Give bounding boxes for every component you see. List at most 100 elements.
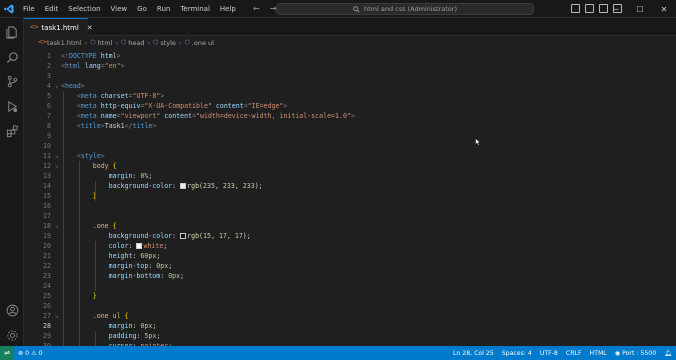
- code-line[interactable]: 3: [24, 71, 676, 81]
- tab-label: task1.html: [41, 23, 79, 32]
- code-line[interactable]: 12 ⌄ body {: [24, 161, 676, 171]
- token: 17: [218, 232, 227, 240]
- code-line[interactable]: 4 ⌄ <head>: [24, 81, 676, 91]
- code-line[interactable]: 2 <html lang="en">: [24, 61, 676, 71]
- token: >: [350, 112, 355, 120]
- code-line[interactable]: 10: [24, 141, 676, 151]
- token: .one ul: [92, 312, 121, 320]
- breadcrumb-item[interactable]: html: [98, 39, 113, 47]
- tab-close-icon[interactable]: ✕: [87, 24, 93, 32]
- color-swatch[interactable]: [180, 183, 187, 189]
- code-text: height: 60px;: [61, 251, 161, 261]
- back-arrow-icon[interactable]: ←: [253, 4, 260, 13]
- language-mode[interactable]: HTML: [590, 350, 607, 357]
- code-text: background-color: rgb(235, 233, 233);: [61, 181, 263, 191]
- color-swatch[interactable]: [136, 243, 143, 249]
- toggle-primary-sidebar-icon[interactable]: [571, 4, 580, 13]
- code-line[interactable]: 29 padding: 5px;: [24, 331, 676, 341]
- toggle-panel-icon[interactable]: [585, 4, 594, 13]
- chevron-right-icon: ›: [147, 38, 151, 47]
- fold-chevron-icon[interactable]: ⌄: [55, 311, 59, 321]
- code-line[interactable]: 22 margin-top: 0px;: [24, 261, 676, 271]
- indentation[interactable]: Spaces: 4: [502, 350, 532, 357]
- code-editor[interactable]: 1 <!DOCTYPE html> 2 <html lang="en"> 3 4 ⌄ <hea…: [24, 49, 676, 346]
- code-line[interactable]: 21 height: 60px;: [24, 251, 676, 261]
- code-line[interactable]: 26: [24, 301, 676, 311]
- menu-view[interactable]: View: [106, 0, 133, 18]
- token: ;: [156, 252, 161, 260]
- menu-file[interactable]: File: [18, 0, 40, 18]
- code-line[interactable]: 14 background-color: rgb(235, 233, 233);: [24, 181, 676, 191]
- code-line[interactable]: 16: [24, 201, 676, 211]
- token: meta: [80, 102, 97, 110]
- live-server-port[interactable]: ◉ Port : 5500: [615, 350, 656, 357]
- code-line[interactable]: 27 ⌄ .one ul {: [24, 311, 676, 321]
- code-line[interactable]: 19 background-color: rgb(15, 17, 17);: [24, 231, 676, 241]
- settings-gear-icon[interactable]: [5, 328, 19, 342]
- cursor-position[interactable]: Ln 28, Col 25: [453, 350, 494, 357]
- menu-run[interactable]: Run: [152, 0, 175, 18]
- run-debug-icon[interactable]: [5, 99, 19, 113]
- notifications-bell-icon[interactable]: 🔔︎: [664, 349, 672, 357]
- fold-chevron-icon[interactable]: ⌄: [55, 161, 59, 171]
- fold-chevron-icon[interactable]: ⌄: [55, 151, 59, 161]
- line-number: 4: [47, 82, 51, 90]
- tab-task1-html[interactable]: <> task1.html ✕: [24, 18, 93, 36]
- code-line[interactable]: 11 ⌄ <style>: [24, 151, 676, 161]
- token: 0px: [168, 272, 181, 280]
- error-count: 0: [25, 349, 30, 357]
- code-line[interactable]: 5 <meta charset="UTF-8">: [24, 91, 676, 101]
- code-line[interactable]: 24: [24, 281, 676, 291]
- indent-guide: [95, 241, 96, 291]
- code-line[interactable]: 15 }: [24, 191, 676, 201]
- token: rgb: [187, 232, 200, 240]
- status-bar: ⇌ ⊗ 0 ⚠ 0 Ln 28, Col 25 Spaces: 4 UTF-8 …: [0, 346, 676, 360]
- account-icon[interactable]: [5, 303, 19, 317]
- color-swatch[interactable]: [180, 233, 187, 239]
- extensions-icon[interactable]: [5, 124, 19, 138]
- fold-chevron-icon[interactable]: ⌄: [55, 81, 59, 91]
- token: color: [108, 242, 129, 250]
- breadcrumb-item[interactable]: head: [128, 39, 144, 47]
- menu-selection[interactable]: Selection: [63, 0, 105, 18]
- code-line[interactable]: 13 margin: 0%;: [24, 171, 676, 181]
- problems-indicator[interactable]: ⊗ 0 ⚠ 0: [18, 350, 43, 357]
- code-line[interactable]: 8 <title>Task1</title>: [24, 121, 676, 131]
- line-number: 16: [43, 202, 51, 210]
- breadcrumb-item[interactable]: style: [160, 39, 176, 47]
- code-line[interactable]: 6 <meta http-equiv="X-UA-Compatible" con…: [24, 101, 676, 111]
- code-line[interactable]: 28 margin: 0px;: [24, 321, 676, 331]
- line-number: 17: [43, 212, 51, 220]
- code-line[interactable]: 20 color: white;: [24, 241, 676, 251]
- source-control-icon[interactable]: [5, 74, 19, 88]
- code-line[interactable]: 25 }: [24, 291, 676, 301]
- code-line[interactable]: 23 margin-bottom: 0px;: [24, 271, 676, 281]
- menu-edit[interactable]: Edit: [40, 0, 64, 18]
- maximize-icon[interactable]: ☐: [628, 0, 652, 18]
- token: ;: [168, 262, 173, 270]
- minimize-icon[interactable]: ─: [604, 0, 628, 18]
- breadcrumb-item[interactable]: .one ul: [192, 39, 214, 47]
- code-line[interactable]: 18 ⌄ .one {: [24, 221, 676, 231]
- token: {: [108, 162, 117, 170]
- explorer-icon[interactable]: [5, 25, 19, 39]
- token: >: [120, 62, 125, 70]
- code-line[interactable]: 7 <meta name="viewport" content="width=d…: [24, 111, 676, 121]
- code-line[interactable]: 17: [24, 211, 676, 221]
- search-icon[interactable]: [5, 50, 19, 64]
- breadcrumb-item[interactable]: task1.html: [47, 39, 82, 47]
- code-line[interactable]: 1 <!DOCTYPE html>: [24, 51, 676, 61]
- menu-terminal[interactable]: Terminal: [175, 0, 215, 18]
- menu-go[interactable]: Go: [132, 0, 152, 18]
- code-line[interactable]: 9: [24, 131, 676, 141]
- token: Task1: [104, 122, 125, 130]
- fold-chevron-icon[interactable]: ⌄: [55, 221, 59, 231]
- command-center[interactable]: html and css (Administrator): [276, 3, 534, 15]
- menu-help[interactable]: Help: [215, 0, 241, 18]
- remote-icon[interactable]: ⇌: [0, 346, 14, 360]
- close-icon[interactable]: ✕: [652, 0, 676, 18]
- end-of-line[interactable]: CRLF: [566, 350, 582, 357]
- encoding[interactable]: UTF-8: [540, 350, 558, 357]
- indent-guide: [63, 91, 64, 346]
